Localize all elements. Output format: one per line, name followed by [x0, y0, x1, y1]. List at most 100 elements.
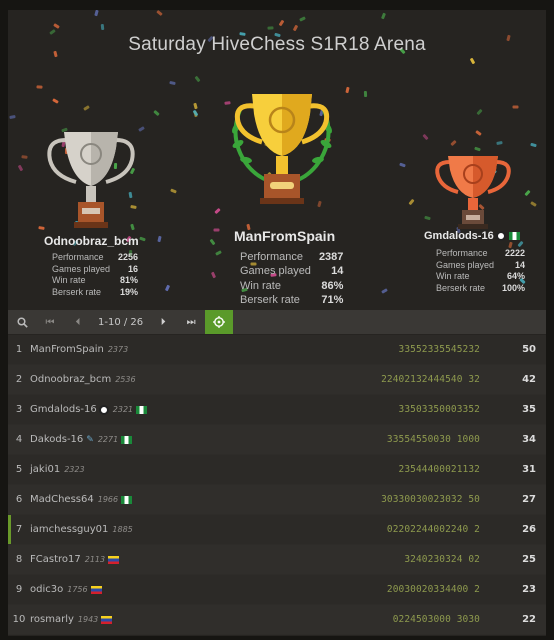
confetti-piece	[36, 85, 43, 89]
table-row[interactable]: 6 MadChess64 1966 30330030023032 50 27	[8, 485, 546, 515]
confetti-piece	[476, 108, 483, 116]
score-sheet: 3240230324 02	[404, 554, 480, 565]
confetti-piece	[94, 10, 99, 17]
stat-label: Berserk rate	[240, 293, 300, 306]
rank: 7	[15, 524, 23, 535]
player-name[interactable]: ManFromSpain	[30, 344, 104, 355]
winner-name-third-text: Gmdalods-16	[424, 230, 494, 242]
gold-trophy-icon	[232, 94, 332, 204]
table-row[interactable]: 8 FCastro17 2113 3240230324 02 25	[8, 545, 546, 575]
stat-label: Berserk rate	[436, 283, 486, 294]
player-name[interactable]: FCastro17	[30, 554, 81, 565]
stat-value: 14	[515, 259, 526, 270]
stat-label: Performance	[52, 252, 104, 262]
total-score: 34	[522, 434, 536, 445]
player-rating: 2113	[84, 555, 106, 564]
winner-name-third[interactable]: Gmdalods-16	[424, 230, 520, 242]
stat-value: 71%	[321, 293, 344, 306]
stat-value: 14	[331, 265, 344, 278]
player-rating: 2321	[112, 405, 134, 414]
winner-name-second[interactable]: Odnoobraz_bcm	[44, 234, 139, 248]
score-sheet: 23544400021132	[398, 464, 480, 475]
total-score: 27	[522, 494, 536, 505]
confetti-piece	[363, 90, 368, 98]
score-sheet: 0224503000 3030	[392, 614, 480, 625]
confetti-piece	[21, 155, 28, 159]
confetti-piece	[214, 207, 221, 215]
confetti-piece	[381, 288, 388, 294]
confetti-piece	[17, 164, 24, 172]
standings-table: 1 ManFromSpain 2373 33552335545232 50 2 …	[8, 335, 546, 635]
table-row[interactable]: 10 rosmarly 1943 0224503000 3030 22	[8, 605, 546, 635]
last-page-button[interactable]: ⏭	[177, 310, 205, 334]
confetti-piece	[52, 98, 59, 104]
total-score: 50	[522, 344, 536, 355]
stat-label: Performance	[240, 251, 303, 263]
venezuela-flag-icon	[108, 555, 120, 564]
target-icon	[213, 316, 226, 328]
previous-page-icon: ⏴	[75, 316, 81, 328]
search-button[interactable]	[8, 310, 36, 334]
confetti-piece	[164, 284, 171, 292]
table-row[interactable]: 4 Dakods-16 ✎ 2271 33554550030 1000 34	[8, 425, 546, 455]
winner-name-first[interactable]: ManFromSpain	[234, 228, 335, 244]
table-row[interactable]: 3 Gmdalods-16 2321 33503350003352 35	[8, 395, 546, 425]
confetti-piece	[9, 114, 16, 120]
player-rating: 1885	[112, 525, 133, 534]
player-name[interactable]: odic3o	[30, 584, 63, 595]
total-score: 26	[522, 524, 536, 535]
confetti-piece	[153, 109, 160, 117]
player-rating: 2536	[115, 375, 136, 384]
jump-to-me-button[interactable]	[205, 310, 234, 334]
score-sheet: 20030020334400 2	[386, 584, 480, 595]
previous-page-button[interactable]: ⏴	[64, 310, 92, 334]
winner-stats-second: Performance 2256 Games played 16 Win rate 8…	[52, 252, 138, 299]
table-row[interactable]: 1 ManFromSpain 2373 33552335545232 50	[8, 335, 546, 365]
table-row[interactable]: 9 odic3o 1756 20030020334400 2 23	[8, 575, 546, 605]
player-rating: 1943	[77, 615, 99, 624]
confetti-piece	[53, 23, 60, 29]
rank: 10	[12, 614, 26, 625]
table-row[interactable]: 7 iamchessguy01 1885 02202244002240 2 26	[8, 515, 546, 545]
confetti-piece	[215, 250, 222, 256]
rank: 6	[15, 494, 23, 505]
total-score: 31	[522, 464, 536, 475]
pen-icon: ✎	[86, 434, 94, 445]
player-name[interactable]: iamchessguy01	[30, 524, 108, 535]
next-page-button[interactable]: ⏵	[149, 310, 177, 334]
stat-value: 81%	[120, 275, 139, 286]
score-sheet: 22402132444540 32	[381, 374, 480, 385]
winner-stats-first: Performance 2387 Games played 14 Win rate 8…	[240, 250, 343, 307]
player-name[interactable]: MadChess64	[30, 494, 94, 505]
player-name[interactable]: Gmdalods-16	[30, 404, 97, 415]
stat-label: Performance	[436, 248, 488, 258]
table-row[interactable]: 5 jaki01 2323 23544400021132 31	[8, 455, 546, 485]
score-sheet: 02202244002240 2	[386, 524, 480, 535]
rank: 8	[15, 554, 23, 565]
confetti-piece	[100, 23, 105, 31]
player-name[interactable]: Odnoobraz_bcm	[30, 374, 111, 385]
total-score: 25	[522, 554, 536, 565]
player-name[interactable]: jaki01	[30, 464, 60, 475]
confetti-piece	[169, 80, 176, 86]
rank: 2	[15, 374, 23, 385]
search-icon	[16, 316, 28, 328]
total-score: 23	[522, 584, 536, 595]
stat-label: Win rate	[436, 271, 470, 282]
confetti-piece	[83, 105, 90, 111]
stat-label: Win rate	[240, 279, 281, 292]
player-name[interactable]: Dakods-16	[30, 434, 83, 445]
confetti-piece	[408, 198, 415, 206]
nigeria-flag-icon	[121, 495, 133, 504]
confetti-piece	[278, 19, 285, 27]
table-row[interactable]: 2 Odnoobraz_bcm 2536 22402132444540 32 4…	[8, 365, 546, 395]
player-rating: 1966	[97, 495, 119, 504]
confetti-piece	[156, 10, 163, 17]
first-page-button[interactable]: ⏮	[36, 310, 64, 334]
score-sheet: 33554550030 1000	[386, 434, 480, 445]
player-name[interactable]: rosmarly	[30, 614, 74, 625]
standings-pager: ⏮ ⏴ 1-10 / 26 ⏵ ⏭	[8, 310, 546, 334]
winner-stats-third: Performance 2222 Games played 14 Win rate 6…	[436, 248, 525, 295]
panda-icon	[495, 231, 506, 242]
player-rating: 2271	[97, 435, 119, 444]
